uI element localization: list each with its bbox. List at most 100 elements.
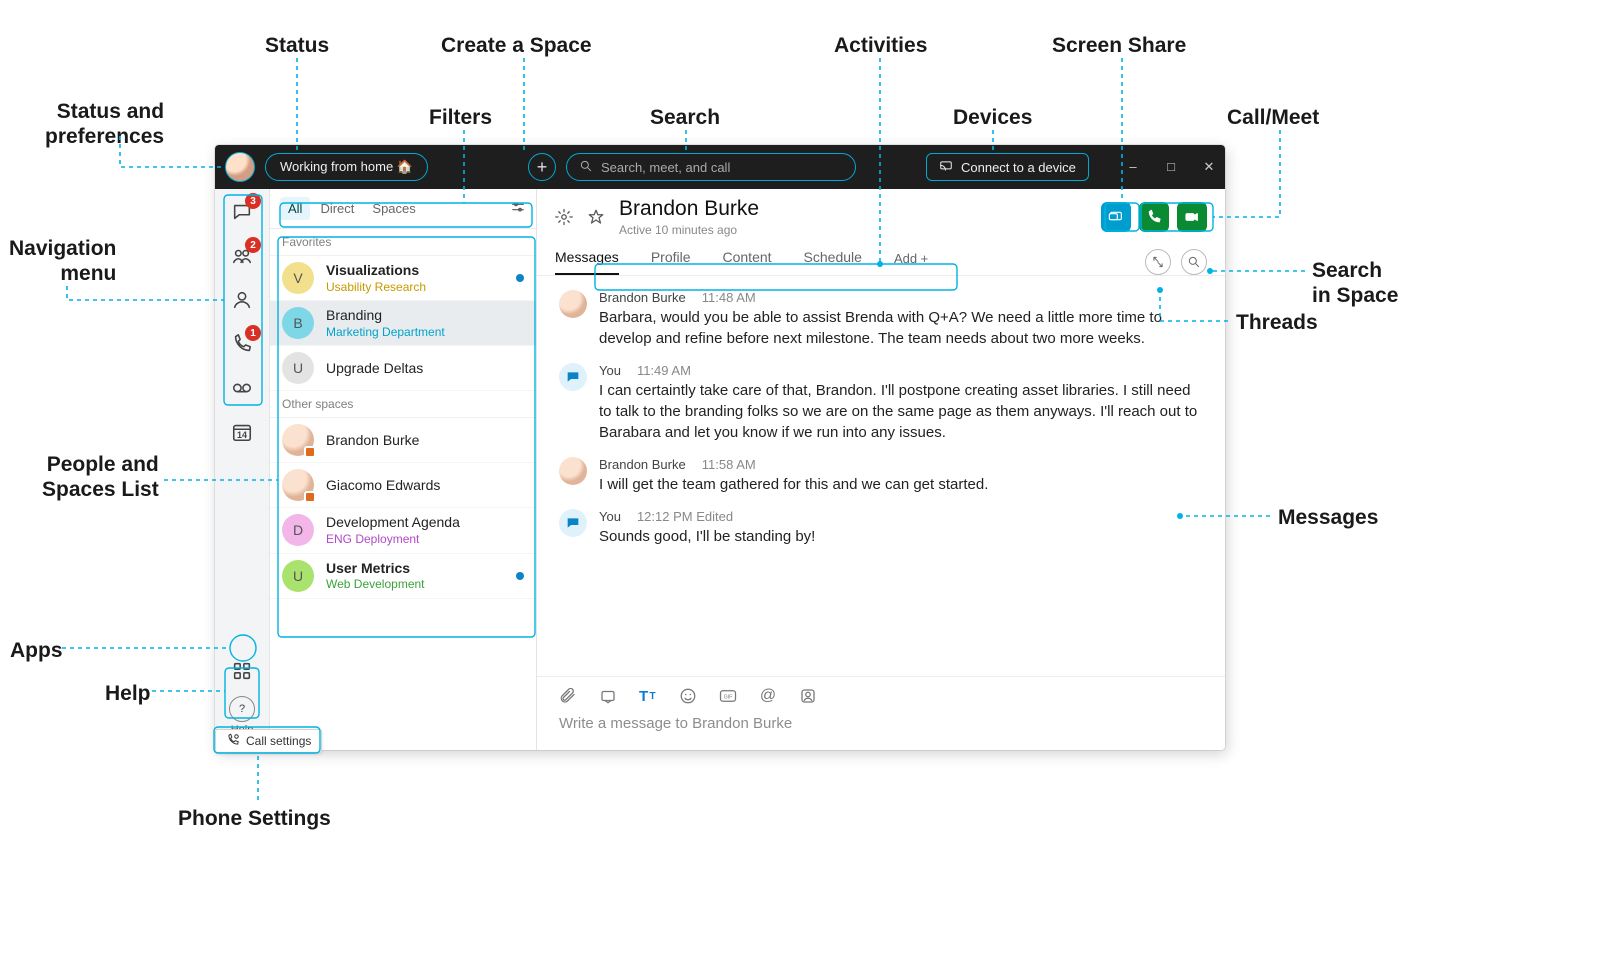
video-call-button[interactable] xyxy=(1177,202,1207,232)
global-search[interactable]: Search, meet, and call xyxy=(566,153,856,181)
label-screen-share: Screen Share xyxy=(1052,33,1186,58)
space-avatar: B xyxy=(282,307,314,339)
message-time: 11:49 AM xyxy=(637,363,691,378)
messages-list: Brandon Burke 11:48 AM Barbara, would you … xyxy=(537,276,1225,676)
space-row[interactable]: DDevelopment AgendaENG Deployment xyxy=(270,508,536,553)
space-title: Upgrade Deltas xyxy=(326,360,423,377)
close-button[interactable]: ✕ xyxy=(1203,159,1215,175)
attach-icon[interactable] xyxy=(559,687,577,705)
minimize-button[interactable]: – xyxy=(1127,159,1139,175)
tab-add[interactable]: Add + xyxy=(894,251,928,274)
avatar-me[interactable] xyxy=(225,152,255,182)
message-author: Brandon Burke xyxy=(599,290,686,305)
capture-icon[interactable] xyxy=(599,687,617,705)
nav-voicemail[interactable] xyxy=(227,373,257,403)
message-text: Sounds good, I'll be standing by! xyxy=(599,526,1199,547)
message-row: Brandon Burke 11:48 AM Barbara, would you … xyxy=(559,290,1203,349)
label-search: Search xyxy=(650,105,720,130)
message-avatar xyxy=(559,457,587,485)
message-text: I will get the team gathered for this an… xyxy=(599,474,1199,495)
space-avatar: U xyxy=(282,352,314,384)
message-time: 11:48 AM xyxy=(702,290,756,305)
nav-teams[interactable]: 2 xyxy=(227,241,257,271)
screen-share-button[interactable] xyxy=(1101,202,1131,232)
label-filters: Filters xyxy=(429,105,492,130)
tab-content[interactable]: Content xyxy=(723,249,772,275)
space-subtitle: Usability Research xyxy=(326,280,426,294)
conversation-header: Brandon Burke Active 10 minutes ago xyxy=(537,189,1225,237)
spaces-panel: All Direct Spaces Favorites VVisualizati… xyxy=(270,189,537,750)
filter-spaces[interactable]: Spaces xyxy=(364,197,423,220)
filter-direct[interactable]: Direct xyxy=(312,197,362,220)
space-title: Brandon Burke xyxy=(326,432,419,449)
people-icon[interactable] xyxy=(799,687,817,705)
space-avatar: V xyxy=(282,262,314,294)
message-time: 12:12 PM Edited xyxy=(637,509,733,524)
mention-icon[interactable]: @ xyxy=(759,687,777,705)
nav-contacts[interactable] xyxy=(227,285,257,315)
space-avatar xyxy=(282,469,314,501)
maximize-button[interactable]: □ xyxy=(1165,159,1177,175)
space-row[interactable]: U Upgrade Deltas xyxy=(270,346,536,391)
star-icon[interactable] xyxy=(587,208,605,226)
message-author: You xyxy=(599,509,621,524)
nav-teams-badge: 2 xyxy=(245,237,261,253)
status-text: Working from home 🏠 xyxy=(280,159,413,175)
nav-chat[interactable]: 3 xyxy=(227,197,257,227)
label-activities: Activities xyxy=(834,33,927,58)
space-row[interactable]: U User MetricsWeb Development xyxy=(270,554,536,599)
nav-calendar[interactable]: 14 xyxy=(227,417,257,447)
conversation-panel: Brandon Burke Active 10 minutes ago xyxy=(537,189,1225,750)
nav-calls[interactable]: 1 xyxy=(227,329,257,359)
filter-settings-icon[interactable] xyxy=(510,199,526,218)
message-avatar xyxy=(559,363,587,391)
message-row: You 12:12 PM Edited Sounds good, I'll be s… xyxy=(559,509,1203,547)
space-title: Visualizations xyxy=(326,262,426,279)
label-phone-settings: Phone Settings xyxy=(178,806,331,831)
space-row[interactable]: BBrandingMarketing Department xyxy=(270,301,536,346)
composer: TT GIF @ Write a message to Brandon Burk… xyxy=(537,676,1225,750)
nav-apps[interactable] xyxy=(227,656,257,686)
search-in-space-button[interactable] xyxy=(1181,249,1207,275)
search-icon xyxy=(579,159,593,176)
message-text: Barbara, would you be able to assist Bre… xyxy=(599,307,1199,349)
space-avatar: U xyxy=(282,560,314,592)
gear-icon[interactable] xyxy=(555,208,573,226)
tab-schedule[interactable]: Schedule xyxy=(804,249,862,275)
label-search-space: Searchin Space xyxy=(1312,258,1398,308)
filter-all[interactable]: All xyxy=(280,197,310,220)
tab-messages[interactable]: Messages xyxy=(555,249,619,275)
emoji-icon[interactable] xyxy=(679,687,697,705)
label-devices: Devices xyxy=(953,105,1032,130)
conversation-subtitle: Active 10 minutes ago xyxy=(619,223,759,237)
label-status: Status xyxy=(265,33,329,58)
space-subtitle: Web Development xyxy=(326,577,425,591)
message-row: You11:49 AMI can certaintly take care of… xyxy=(559,363,1203,443)
unread-dot xyxy=(516,274,524,282)
create-space-button[interactable]: + xyxy=(528,153,556,181)
space-subtitle: ENG Deployment xyxy=(326,532,460,546)
call-settings-button[interactable]: Call settings xyxy=(215,729,322,753)
tab-profile[interactable]: Profile xyxy=(651,249,691,275)
gif-icon[interactable]: GIF xyxy=(719,687,737,705)
space-title: User Metrics xyxy=(326,560,425,577)
search-placeholder: Search, meet, and call xyxy=(601,160,730,175)
space-row[interactable]: Brandon Burke xyxy=(270,418,536,463)
format-icon[interactable]: TT xyxy=(639,687,657,705)
status-pill[interactable]: Working from home 🏠 xyxy=(265,153,428,181)
nav-rail: 3 2 1 14 xyxy=(215,189,270,750)
phone-gear-icon xyxy=(226,733,240,750)
composer-input[interactable]: Write a message to Brandon Burke xyxy=(559,715,1203,732)
space-row[interactable]: Giacomo Edwards xyxy=(270,463,536,508)
titlebar: Working from home 🏠 + Search, meet, and … xyxy=(215,145,1225,189)
calendar-day: 14 xyxy=(237,430,247,440)
audio-call-button[interactable] xyxy=(1139,202,1169,232)
threads-button[interactable] xyxy=(1145,249,1171,275)
message-avatar xyxy=(559,509,587,537)
label-messages: Messages xyxy=(1278,505,1378,530)
app-window: Working from home 🏠 + Search, meet, and … xyxy=(215,145,1225,750)
space-subtitle: Marketing Department xyxy=(326,325,445,339)
connect-device-button[interactable]: Connect to a device xyxy=(926,153,1089,181)
nav-chat-badge: 3 xyxy=(245,193,261,209)
space-row[interactable]: V VisualizationsUsability Research xyxy=(270,256,536,301)
